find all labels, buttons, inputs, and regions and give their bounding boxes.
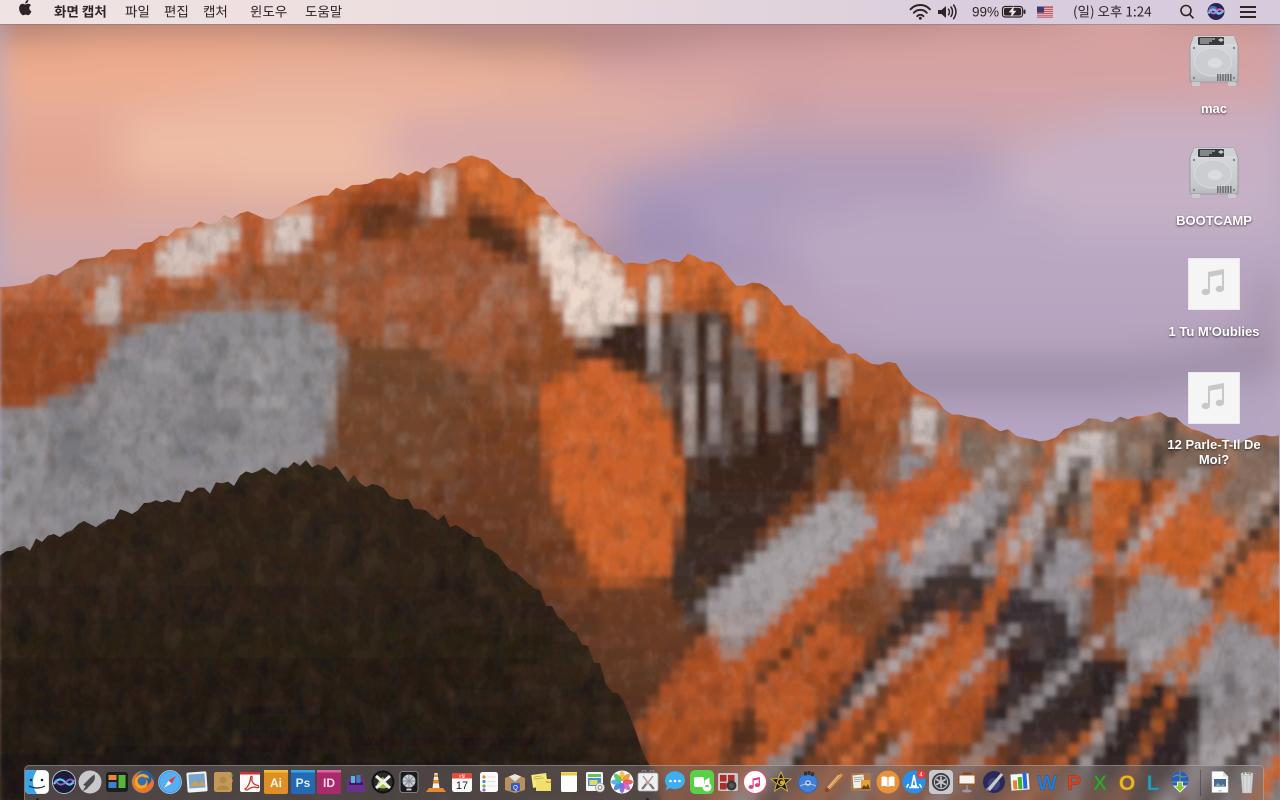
- svg-text:P: P: [1067, 772, 1081, 794]
- svg-text:O: O: [1119, 772, 1135, 794]
- svg-text:Ai: Ai: [270, 776, 282, 790]
- svg-text:6월: 6월: [459, 773, 465, 779]
- svg-text:W: W: [1037, 772, 1057, 794]
- svg-text:Note: Note: [546, 780, 553, 784]
- svg-text:Ps: Ps: [295, 776, 310, 790]
- svg-text:avi: avi: [1218, 789, 1222, 793]
- svg-text:X: X: [1093, 772, 1107, 794]
- svg-text:L: L: [1147, 772, 1160, 794]
- svg-text:17: 17: [456, 780, 468, 792]
- svg-text:99%: 99%: [972, 5, 999, 20]
- svg-text:ID: ID: [323, 776, 335, 790]
- svg-text:Q: Q: [514, 786, 519, 792]
